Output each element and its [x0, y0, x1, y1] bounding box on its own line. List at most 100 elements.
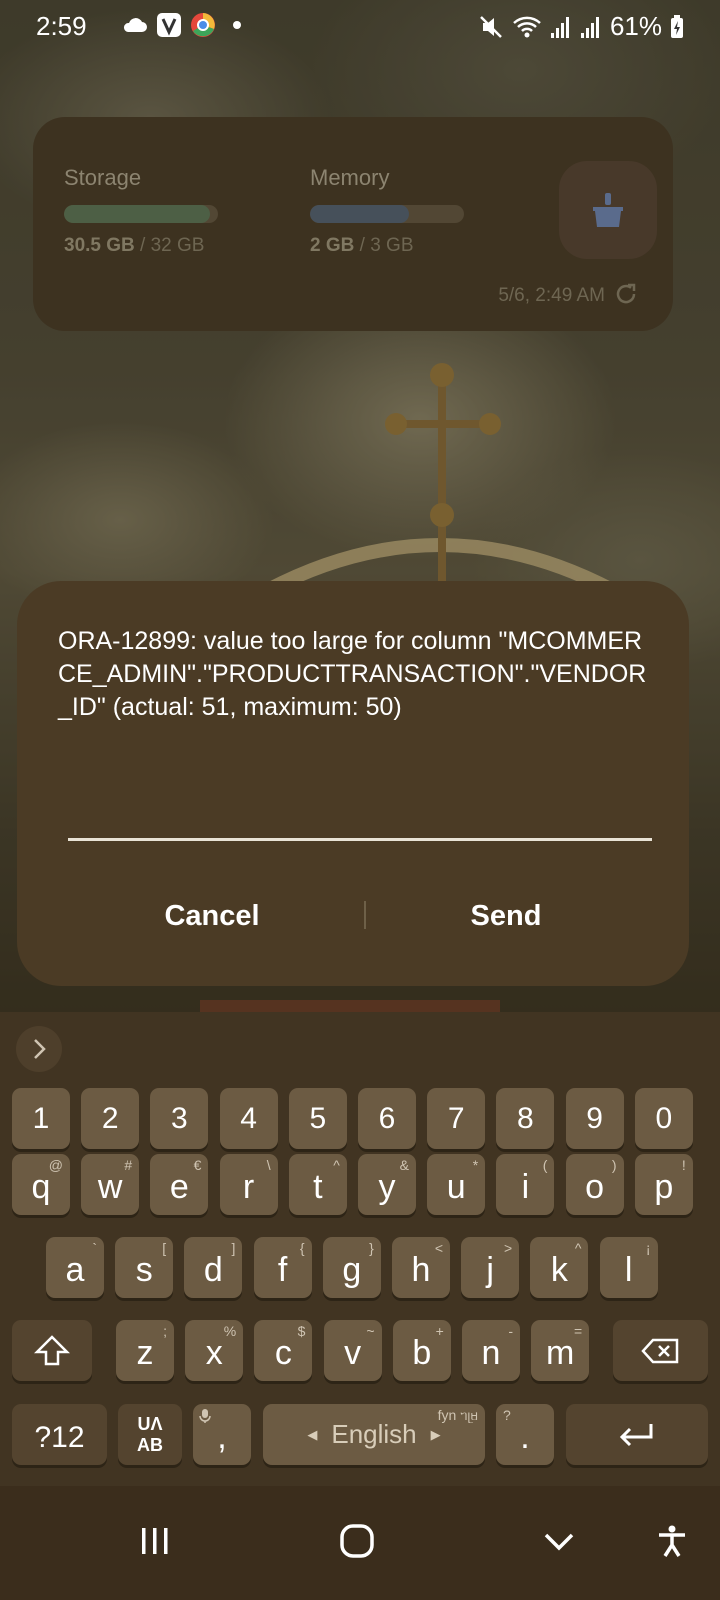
key-hint: `	[92, 1240, 97, 1256]
key-u[interactable]: * u	[427, 1154, 486, 1215]
key-k[interactable]: ^ k	[530, 1237, 589, 1298]
key-x[interactable]: % x	[185, 1320, 244, 1381]
key-0[interactable]: 0	[634, 1088, 693, 1149]
key-hint: \	[266, 1157, 271, 1173]
accessibility-button[interactable]	[632, 1506, 712, 1576]
key-2[interactable]: 2	[81, 1088, 140, 1149]
key-v[interactable]: ~ v	[323, 1320, 382, 1381]
key-7[interactable]: 7	[427, 1088, 486, 1149]
key-4[interactable]: 4	[219, 1088, 278, 1149]
key-label: i	[521, 1168, 530, 1206]
key-hint: $	[297, 1323, 306, 1339]
shift-key[interactable]	[12, 1320, 92, 1381]
hide-keyboard-icon	[544, 1533, 574, 1551]
key-y[interactable]: & y	[358, 1154, 416, 1215]
keyboard-toolbar-expand-button[interactable]	[16, 1026, 62, 1072]
key-label: j	[486, 1251, 494, 1289]
send-button[interactable]: Send	[361, 881, 651, 951]
period-key[interactable]: ?.	[496, 1404, 554, 1465]
memory-bar-fill	[310, 205, 409, 223]
shift-icon	[34, 1334, 70, 1365]
key-5[interactable]: 5	[288, 1088, 347, 1149]
chevron-right-icon	[34, 1039, 46, 1059]
key-label: e	[169, 1168, 189, 1206]
key-hint: ¡	[645, 1240, 651, 1256]
language-switch-key[interactable]: UΛ AB	[118, 1404, 182, 1465]
key-r[interactable]: \ r	[219, 1154, 278, 1215]
hide-keyboard-button[interactable]	[519, 1506, 599, 1576]
key-g[interactable]: } g	[322, 1237, 381, 1298]
key-i[interactable]: (i	[496, 1154, 555, 1215]
key-label: 9	[586, 1101, 603, 1135]
key-p[interactable]: ! p	[634, 1154, 693, 1215]
memory-bar	[310, 205, 464, 223]
key-label: .	[520, 1418, 530, 1456]
key-label: a	[65, 1251, 85, 1289]
key-e[interactable]: € e	[150, 1154, 209, 1215]
cancel-button[interactable]: Cancel	[67, 881, 357, 951]
key-label: r	[242, 1168, 255, 1206]
key-l[interactable]: ¡ l	[599, 1237, 658, 1298]
keyboard: 1 2 3 4 5 6 7 8 9 0 @ q # w € e \ r ^ t & y * u(i) o! p ` a[s] d{f} g…	[0, 1012, 720, 1486]
recents-icon	[142, 1528, 168, 1554]
space-left-arrow-icon: ◀	[307, 1426, 318, 1442]
dialog-text-input[interactable]	[68, 791, 652, 841]
space-key[interactable]: fyn ᥐᥨᥛ ◀ English ▶	[263, 1404, 485, 1465]
key-label: o	[585, 1168, 605, 1206]
backspace-icon	[640, 1338, 678, 1363]
comma-key[interactable]: ,	[193, 1404, 251, 1465]
key-hint: €	[193, 1157, 202, 1173]
key-f[interactable]: {f	[253, 1237, 312, 1298]
key-h[interactable]: < h	[392, 1237, 450, 1298]
key-d[interactable]: ] d	[184, 1237, 243, 1298]
key-hint: <	[434, 1240, 443, 1256]
enter-key[interactable]	[566, 1404, 708, 1465]
v-app-icon	[156, 12, 182, 38]
memory-value: 2 GB / 3 GB	[310, 235, 464, 257]
key-b[interactable]: + b	[392, 1320, 451, 1381]
recents-button[interactable]	[115, 1506, 195, 1576]
key-j[interactable]: > j	[461, 1237, 520, 1298]
key-s[interactable]: [s	[115, 1237, 174, 1298]
key-m[interactable]: = m	[531, 1320, 590, 1381]
enter-icon	[619, 1423, 653, 1446]
key-o[interactable]: ) o	[565, 1154, 624, 1215]
key-9[interactable]: 9	[565, 1088, 624, 1149]
home-icon	[340, 1524, 374, 1558]
key-n[interactable]: -n	[462, 1320, 520, 1381]
home-button[interactable]	[317, 1506, 397, 1576]
key-6[interactable]: 6	[358, 1088, 416, 1149]
key-label: ?12	[34, 1420, 85, 1454]
key-hint: -	[508, 1323, 513, 1339]
storage-bar	[64, 205, 218, 223]
chrome-like-app-icon	[190, 12, 216, 38]
device-care-widget[interactable]: Storage 30.5 GB / 32 GB Memory 2 GB / 3 …	[33, 117, 673, 331]
last-optimized-time: 5/6, 2:49 AM	[498, 285, 605, 306]
key-hint: =	[574, 1323, 583, 1339]
key-label: u	[446, 1168, 466, 1206]
broom-icon	[593, 193, 623, 227]
key-z[interactable]: ; z	[116, 1320, 174, 1381]
key-3[interactable]: 3	[150, 1088, 209, 1149]
status-time: 2:59	[36, 11, 87, 41]
memory-label: Memory	[310, 165, 390, 190]
key-c[interactable]: $ c	[254, 1320, 313, 1381]
key-a[interactable]: ` a	[46, 1237, 104, 1298]
key-1[interactable]: 1	[12, 1088, 70, 1149]
backspace-key[interactable]	[613, 1320, 708, 1381]
key-label: t	[313, 1168, 323, 1206]
key-label: s	[135, 1251, 153, 1289]
key-w[interactable]: # w	[81, 1154, 140, 1215]
symbols-key[interactable]: ?12	[12, 1404, 107, 1465]
refresh-icon[interactable]	[613, 281, 639, 312]
key-q[interactable]: @ q	[12, 1154, 70, 1215]
status-bar: 2:59 61%	[0, 0, 720, 52]
clean-now-button[interactable]	[559, 161, 657, 259]
space-label: English	[331, 1419, 417, 1449]
key-label: v	[344, 1334, 362, 1372]
key-8[interactable]: 8	[496, 1088, 555, 1149]
key-label: 6	[378, 1101, 396, 1135]
key-t[interactable]: ^ t	[288, 1154, 347, 1215]
key-label: 8	[517, 1101, 534, 1135]
space-right-arrow-icon: ▶	[430, 1426, 441, 1442]
